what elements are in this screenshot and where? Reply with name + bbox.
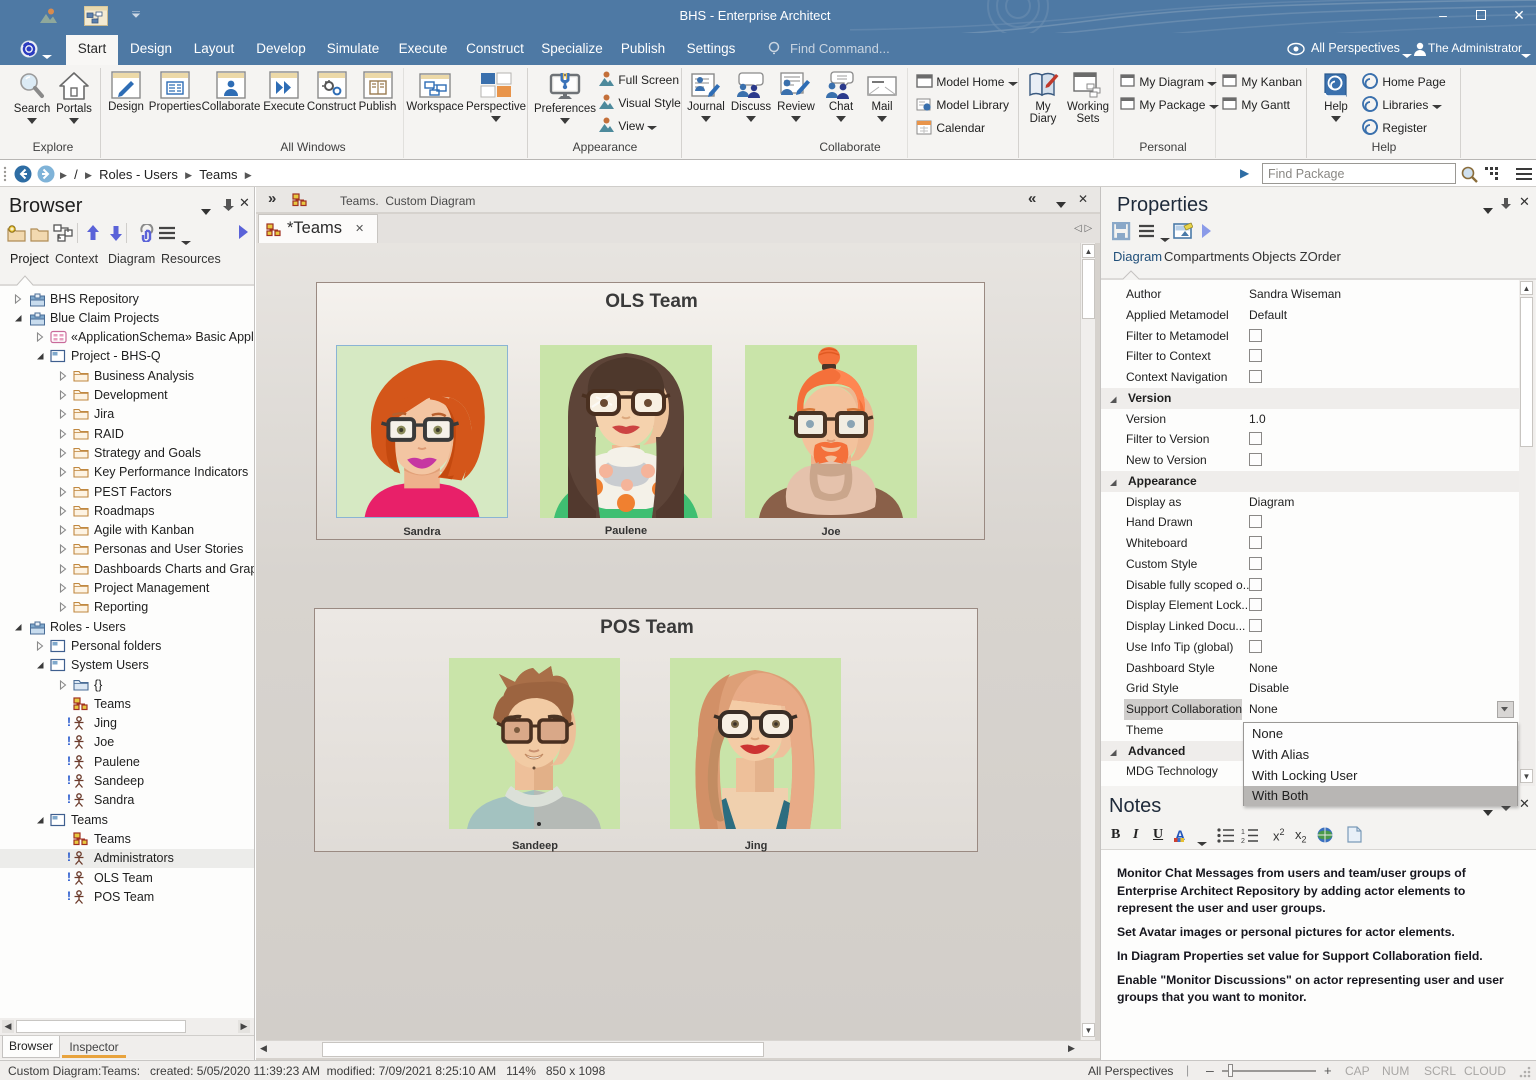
svg-text:2: 2: [1241, 838, 1245, 843]
svg-text:1: 1: [1241, 829, 1245, 836]
